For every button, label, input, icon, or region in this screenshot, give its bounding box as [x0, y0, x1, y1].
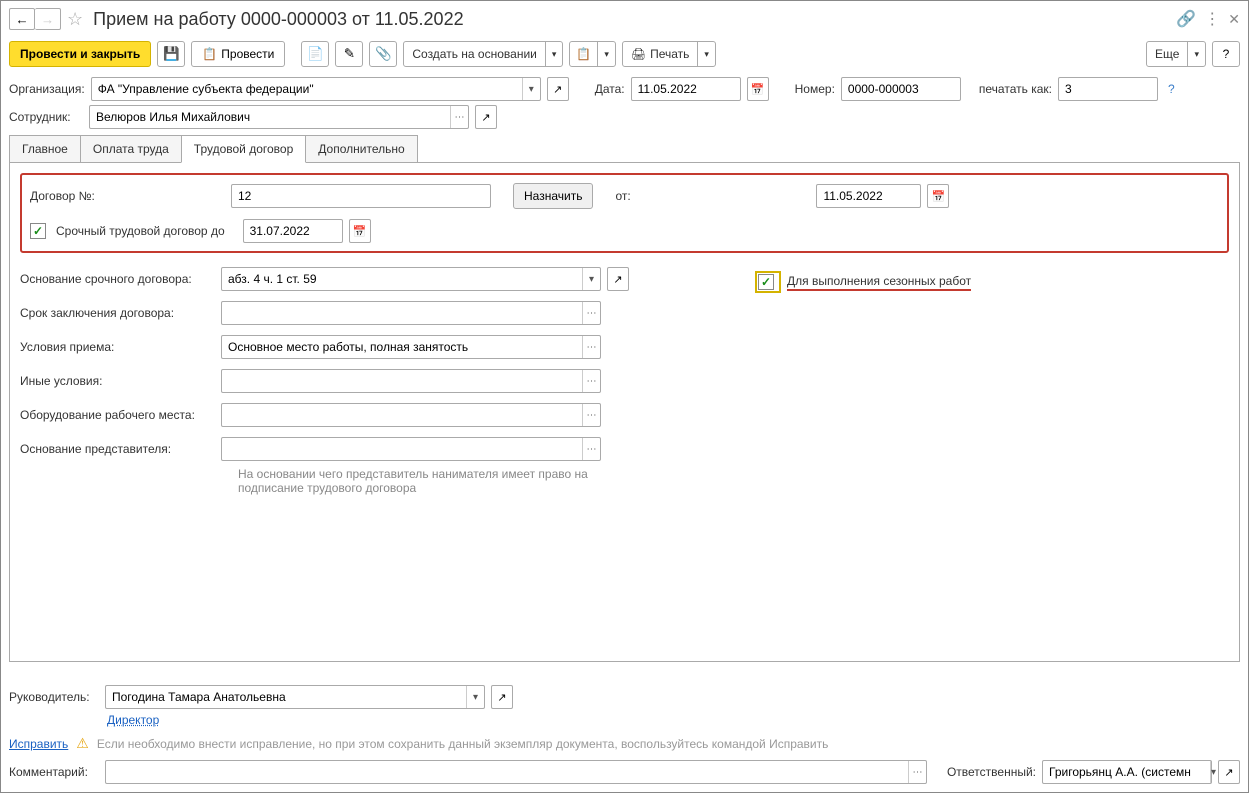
comment-label: Комментарий:	[9, 765, 99, 779]
print-button[interactable]: 🖨Печать ▾	[622, 41, 716, 67]
date-label: Дата:	[595, 82, 625, 96]
rep-basis-label: Основание представителя:	[20, 442, 215, 456]
seasonal-label: Для выполнения сезонных работ	[787, 274, 971, 291]
manager-label: Руководитель:	[9, 690, 99, 704]
highlight-box: Договор №: Назначить от: 📅 Срочный трудо…	[20, 173, 1229, 253]
dropdown-icon[interactable]: ▾	[466, 686, 484, 708]
more-button[interactable]: Еще ▾	[1146, 41, 1206, 67]
basis-field[interactable]: ▾	[221, 267, 601, 291]
conditions-field[interactable]: ⋯	[221, 335, 601, 359]
print-as-label: печатать как:	[979, 82, 1052, 96]
post-and-close-button[interactable]: Провести и закрыть	[9, 41, 151, 67]
kebab-icon[interactable]: ⋮	[1204, 9, 1220, 29]
window-title: Прием на работу 0000-000003 от 11.05.202…	[93, 9, 463, 30]
open-basis-button[interactable]: ↗	[607, 267, 629, 291]
rep-basis-help: На основании чего представитель нанимате…	[238, 467, 638, 495]
assign-button[interactable]: Назначить	[513, 183, 593, 209]
tab-extra[interactable]: Дополнительно	[305, 135, 417, 163]
tab-contract[interactable]: Трудовой договор	[181, 135, 306, 163]
comment-field[interactable]: ⋯	[105, 760, 927, 784]
back-button[interactable]: ←	[9, 8, 35, 30]
org-label: Организация:	[9, 82, 85, 96]
link-icon[interactable]: 🔗	[1176, 9, 1196, 29]
conditions-label: Условия приема:	[20, 340, 215, 354]
other-field[interactable]: ⋯	[221, 369, 601, 393]
favorite-icon[interactable]: ☆	[67, 9, 83, 30]
ellipsis-icon[interactable]: ⋯	[582, 336, 600, 358]
from-date-picker[interactable]: 📅	[927, 184, 949, 208]
help-button[interactable]: ?	[1212, 41, 1240, 67]
create-based-button[interactable]: Создать на основании ▾	[403, 41, 563, 67]
fix-link[interactable]: Исправить	[9, 737, 68, 751]
open-employee-button[interactable]: ↗	[475, 105, 497, 129]
term-field[interactable]: ⋯	[221, 301, 601, 325]
post-button[interactable]: 📋Провести	[191, 41, 285, 67]
date-picker-button[interactable]: 📅	[747, 77, 769, 101]
tab-salary[interactable]: Оплата труда	[80, 135, 182, 163]
rep-basis-field[interactable]: ⋯	[221, 437, 601, 461]
ellipsis-icon[interactable]: ⋯	[582, 404, 600, 426]
date-field[interactable]	[631, 77, 741, 101]
from-label: от:	[615, 189, 810, 203]
fixed-term-label: Срочный трудовой договор до	[56, 224, 225, 238]
term-label: Срок заключения договора:	[20, 306, 215, 320]
responsible-label: Ответственный:	[947, 765, 1036, 779]
dropdown-icon[interactable]: ▾	[1210, 761, 1216, 783]
doc-icon-button[interactable]: 📄	[301, 41, 329, 67]
employee-field[interactable]: ⋯	[89, 105, 469, 129]
ellipsis-icon[interactable]: ⋯	[582, 438, 600, 460]
open-manager-button[interactable]: ↗	[491, 685, 513, 709]
manager-field[interactable]: ▾	[105, 685, 485, 709]
save-button[interactable]: 💾	[157, 41, 185, 67]
org-field[interactable]: ▾	[91, 77, 541, 101]
help-icon[interactable]: ?	[1168, 82, 1175, 96]
fixed-term-date-field[interactable]	[243, 219, 343, 243]
fixed-term-date-picker[interactable]: 📅	[349, 219, 371, 243]
number-label: Номер:	[795, 82, 835, 96]
warning-icon: ⚠	[76, 735, 89, 752]
tab-main[interactable]: Главное	[9, 135, 81, 163]
seasonal-highlight	[755, 271, 781, 293]
basis-label: Основание срочного договора:	[20, 272, 215, 286]
dropdown-icon[interactable]: ▾	[522, 78, 540, 100]
equipment-field[interactable]: ⋯	[221, 403, 601, 427]
equipment-label: Оборудование рабочего места:	[20, 408, 215, 422]
manager-position-link[interactable]: Директор	[107, 713, 159, 727]
print-as-field[interactable]	[1058, 77, 1158, 101]
open-org-button[interactable]: ↗	[547, 77, 569, 101]
fix-text: Если необходимо внести исправление, но п…	[97, 737, 829, 751]
contract-num-field[interactable]	[231, 184, 491, 208]
number-field[interactable]	[841, 77, 961, 101]
close-icon[interactable]: ✕	[1228, 11, 1240, 28]
edit-icon-button[interactable]: ✎	[335, 41, 363, 67]
ellipsis-icon[interactable]: ⋯	[582, 370, 600, 392]
seasonal-checkbox[interactable]	[758, 274, 774, 290]
attach-icon-button[interactable]: 📎	[369, 41, 397, 67]
template-button[interactable]: 📋 ▾	[569, 41, 615, 67]
employee-label: Сотрудник:	[9, 110, 83, 124]
ellipsis-icon[interactable]: ⋯	[582, 302, 600, 324]
open-responsible-button[interactable]: ↗	[1218, 760, 1240, 784]
responsible-field[interactable]: ▾	[1042, 760, 1212, 784]
forward-button[interactable]: →	[35, 8, 61, 30]
other-label: Иные условия:	[20, 374, 215, 388]
fixed-term-checkbox[interactable]	[30, 223, 46, 239]
dropdown-icon[interactable]: ▾	[582, 268, 600, 290]
ellipsis-icon[interactable]: ⋯	[908, 761, 926, 783]
contract-num-label: Договор №:	[30, 189, 225, 203]
ellipsis-icon[interactable]: ⋯	[450, 106, 468, 128]
from-date-field[interactable]	[816, 184, 921, 208]
